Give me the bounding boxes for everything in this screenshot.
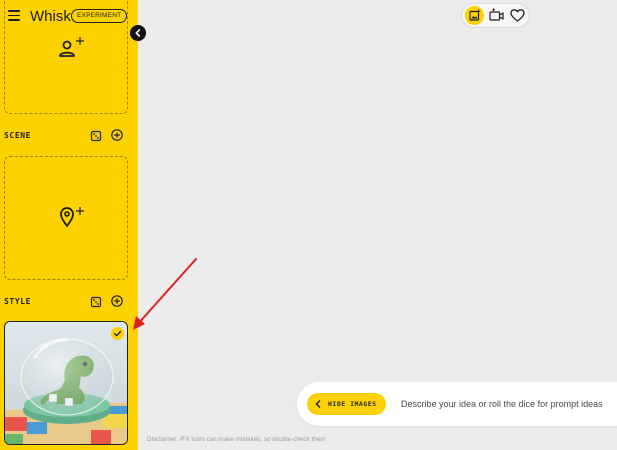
- hide-images-button[interactable]: HIDE IMAGES: [307, 393, 386, 415]
- subject-dropzone[interactable]: [4, 0, 128, 114]
- favorites-heart-icon[interactable]: [508, 6, 527, 25]
- hide-images-label: HIDE IMAGES: [328, 400, 377, 408]
- video-mode-icon[interactable]: [487, 6, 506, 25]
- prompt-input[interactable]: [401, 394, 617, 414]
- sidebar: Whisk EXPERIMENT SCENE STYLE: [0, 0, 138, 450]
- collapse-sidebar-icon[interactable]: [130, 25, 146, 41]
- scene-dropzone[interactable]: [4, 156, 128, 280]
- selected-check-icon: [111, 327, 124, 340]
- chevron-left-icon: [315, 400, 321, 408]
- disclaimer-text: Disclaimer: /FX tools can make mistakes,…: [147, 436, 326, 443]
- prompt-bar: HIDE IMAGES: [297, 382, 617, 426]
- person-add-icon: [59, 37, 84, 57]
- style-section-label: STYLE: [4, 297, 32, 306]
- annotation-arrow-icon: [133, 258, 197, 330]
- dice-icon[interactable]: [90, 296, 102, 308]
- scene-section-label: SCENE: [4, 131, 32, 140]
- mode-toolbar: [461, 3, 530, 28]
- image-mode-icon[interactable]: [465, 6, 484, 25]
- style-image-card[interactable]: [4, 321, 128, 445]
- location-pin-add-icon: [60, 207, 84, 227]
- dinosaur-dome-image: [5, 322, 127, 444]
- dice-icon[interactable]: [90, 130, 102, 142]
- add-circle-icon[interactable]: [111, 295, 123, 307]
- add-circle-icon[interactable]: [111, 129, 123, 141]
